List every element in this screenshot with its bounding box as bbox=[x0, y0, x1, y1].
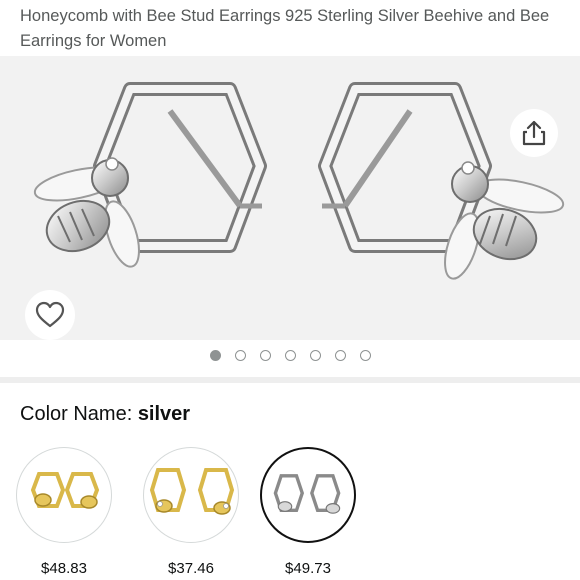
product-image-gallery[interactable] bbox=[0, 56, 580, 340]
product-title: Honeycomb with Bee Stud Earrings 925 Ste… bbox=[20, 7, 550, 50]
share-button[interactable] bbox=[510, 109, 558, 157]
variant-thumbnail bbox=[149, 468, 235, 515]
color-name-label: Color Name: bbox=[20, 403, 138, 425]
pagination-dot[interactable] bbox=[259, 350, 271, 361]
share-icon bbox=[522, 120, 546, 146]
selected-color-value: silver bbox=[137, 403, 191, 425]
variant-thumbnail bbox=[273, 474, 341, 514]
pagination-dot[interactable] bbox=[359, 350, 371, 361]
product-image bbox=[33, 82, 565, 280]
variant-price: $48.83 bbox=[41, 560, 87, 577]
image-pagination bbox=[0, 350, 580, 366]
heart-outline-icon bbox=[35, 301, 65, 328]
left-earring bbox=[33, 82, 267, 268]
variant-price: $37.46 bbox=[168, 560, 214, 577]
pagination-dot[interactable] bbox=[209, 350, 221, 361]
variant-swatch-gold[interactable] bbox=[16, 447, 112, 543]
pagination-dot[interactable] bbox=[309, 350, 321, 361]
pagination-dot[interactable] bbox=[234, 350, 246, 361]
color-name-row: Color Name: silver bbox=[20, 401, 190, 427]
section-divider bbox=[0, 377, 580, 383]
pagination-dot[interactable] bbox=[334, 350, 346, 361]
pagination-dot[interactable] bbox=[284, 350, 296, 361]
variant-price: $49.73 bbox=[285, 560, 331, 577]
variant-swatch-gold-crystal[interactable] bbox=[143, 447, 239, 543]
wishlist-button[interactable] bbox=[25, 290, 75, 340]
variant-thumbnail bbox=[30, 472, 100, 509]
variant-swatch-silver[interactable] bbox=[260, 447, 356, 543]
